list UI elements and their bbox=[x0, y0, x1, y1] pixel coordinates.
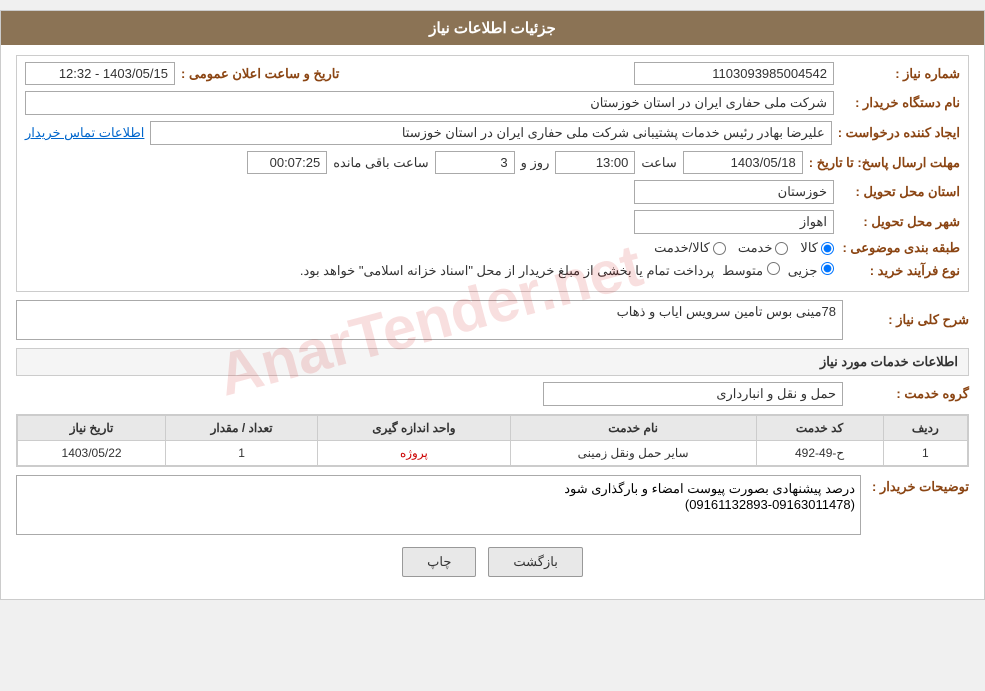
row-buyer-org: نام دستگاه خریدار : شرکت ملی حفاری ایران… bbox=[25, 91, 960, 115]
buyer-notes-row: توضیحات خریدار : bbox=[16, 475, 969, 535]
purchase-type-jozii-radio[interactable] bbox=[821, 262, 834, 275]
need-number-value: 1103093985004542 bbox=[634, 62, 834, 85]
category-khedmat-radio[interactable] bbox=[775, 242, 788, 255]
category-kala-radio[interactable] bbox=[821, 242, 834, 255]
row-reply-deadline: مهلت ارسال پاسخ: تا تاریخ : 1403/05/18 س… bbox=[25, 151, 960, 174]
services-table-container: ردیف کد خدمت نام خدمت واحد اندازه گیری ت… bbox=[16, 414, 969, 467]
buyer-org-label: نام دستگاه خریدار : bbox=[840, 95, 960, 111]
remaining-time: 00:07:25 bbox=[247, 151, 327, 174]
province-label: استان محل تحویل : bbox=[840, 184, 960, 200]
back-button[interactable]: بازگشت bbox=[488, 547, 582, 577]
purchase-type-motavasset-text: متوسط bbox=[722, 263, 763, 278]
services-section-title: اطلاعات خدمات مورد نیاز bbox=[16, 348, 969, 376]
row-need-description: شرح کلی نیاز : AnarTender.net 78مینی بوس… bbox=[16, 300, 969, 340]
cell-unit: پروژه bbox=[318, 441, 511, 466]
purchase-type-jozii-label[interactable]: جزیی bbox=[788, 262, 834, 279]
row-purchase-type: نوع فرآیند خرید : جزیی متوسط پرداخت تمام… bbox=[25, 262, 960, 279]
contact-link[interactable]: اطلاعات تماس خریدار bbox=[25, 125, 144, 141]
page-title: جزئیات اطلاعات نیاز bbox=[1, 11, 984, 45]
reply-date: 1403/05/18 bbox=[683, 151, 803, 174]
row-need-number-date: شماره نیاز : 1103093985004542 تاریخ و سا… bbox=[25, 62, 960, 85]
reply-days-label: روز و bbox=[521, 155, 550, 171]
category-label: طبقه بندی موضوعی : bbox=[840, 240, 960, 256]
reply-days: 3 bbox=[435, 151, 515, 174]
reply-time-label: ساعت bbox=[641, 155, 676, 171]
buyer-notes-label: توضیحات خریدار : bbox=[869, 475, 969, 495]
need-description-value: 78مینی بوس تامین سرویس ایاب و ذهاب bbox=[16, 300, 843, 340]
buyer-notes-value bbox=[16, 475, 861, 535]
cell-code: ح-49-492 bbox=[756, 441, 883, 466]
purchase-type-note: پرداخت تمام یا بخشی از مبلغ خریدار از مح… bbox=[300, 263, 714, 279]
creator-value: علیرضا بهادر رئیس خدمات پشتیبانی شرکت مل… bbox=[150, 121, 831, 145]
row-category: طبقه بندی موضوعی : کالا خدمت کالا/خدمت bbox=[25, 240, 960, 256]
col-unit: واحد اندازه گیری bbox=[318, 416, 511, 441]
col-code: کد خدمت bbox=[756, 416, 883, 441]
need-description-label: شرح کلی نیاز : bbox=[849, 312, 969, 328]
category-kala-label[interactable]: کالا bbox=[800, 240, 834, 256]
category-khedmat-label[interactable]: خدمت bbox=[738, 240, 789, 256]
cell-qty: 1 bbox=[166, 441, 318, 466]
category-kala-khedmat-radio[interactable] bbox=[713, 242, 726, 255]
buyer-org-value: شرکت ملی حفاری ایران در استان خوزستان bbox=[25, 91, 834, 115]
cell-row: 1 bbox=[883, 441, 967, 466]
category-radio-group: کالا خدمت کالا/خدمت bbox=[654, 240, 834, 256]
print-button[interactable]: چاپ bbox=[402, 547, 476, 577]
city-label: شهر محل تحویل : bbox=[840, 214, 960, 230]
table-row: 1 ح-49-492 سایر حمل ونقل زمینی پروژه 1 1… bbox=[18, 441, 968, 466]
reply-deadline-label: مهلت ارسال پاسخ: تا تاریخ : bbox=[809, 155, 960, 171]
col-name: نام خدمت bbox=[510, 416, 756, 441]
row-city: شهر محل تحویل : اهواز bbox=[25, 210, 960, 234]
purchase-type-label: نوع فرآیند خرید : bbox=[840, 263, 960, 279]
cell-date: 1403/05/22 bbox=[18, 441, 166, 466]
city-value: اهواز bbox=[634, 210, 834, 234]
category-khedmat-text: خدمت bbox=[738, 240, 773, 256]
reply-deadline-fields: 1403/05/18 ساعت 13:00 روز و 3 ساعت باقی … bbox=[247, 151, 803, 174]
cell-name: سایر حمل ونقل زمینی bbox=[510, 441, 756, 466]
row-province: استان محل تحویل : خوزستان bbox=[25, 180, 960, 204]
announce-datetime-value: 1403/05/15 - 12:32 bbox=[25, 62, 175, 85]
content-area: شماره نیاز : 1103093985004542 تاریخ و سا… bbox=[1, 45, 984, 599]
remaining-label: ساعت باقی مانده bbox=[333, 155, 428, 171]
reply-time: 13:00 bbox=[555, 151, 635, 174]
col-date: تاریخ نیاز bbox=[18, 416, 166, 441]
services-table: ردیف کد خدمت نام خدمت واحد اندازه گیری ت… bbox=[17, 415, 968, 466]
announce-datetime-label: تاریخ و ساعت اعلان عمومی : bbox=[181, 66, 339, 82]
category-kala-khedmat-label[interactable]: کالا/خدمت bbox=[654, 240, 726, 256]
buttons-row: بازگشت چاپ bbox=[16, 547, 969, 577]
purchase-type-jozii-text: جزیی bbox=[788, 263, 818, 278]
category-kala-khedmat-text: کالا/خدمت bbox=[654, 240, 710, 256]
service-group-value: حمل و نقل و انبارداری bbox=[543, 382, 843, 406]
category-kala-text: کالا bbox=[800, 240, 818, 256]
purchase-type-motavasset-radio[interactable] bbox=[767, 262, 780, 275]
province-value: خوزستان bbox=[634, 180, 834, 204]
row-service-group: گروه خدمت : حمل و نقل و انبارداری bbox=[16, 382, 969, 406]
service-group-label: گروه خدمت : bbox=[849, 386, 969, 402]
need-number-label: شماره نیاز : bbox=[840, 66, 960, 82]
row-creator: ایجاد کننده درخواست : علیرضا بهادر رئیس … bbox=[25, 121, 960, 145]
col-qty: تعداد / مقدار bbox=[166, 416, 318, 441]
purchase-type-motavasset-label[interactable]: متوسط bbox=[722, 262, 779, 279]
creator-label: ایجاد کننده درخواست : bbox=[838, 125, 960, 141]
col-row: ردیف bbox=[883, 416, 967, 441]
main-info-section: شماره نیاز : 1103093985004542 تاریخ و سا… bbox=[16, 55, 969, 292]
page-wrapper: جزئیات اطلاعات نیاز شماره نیاز : 1103093… bbox=[0, 10, 985, 600]
